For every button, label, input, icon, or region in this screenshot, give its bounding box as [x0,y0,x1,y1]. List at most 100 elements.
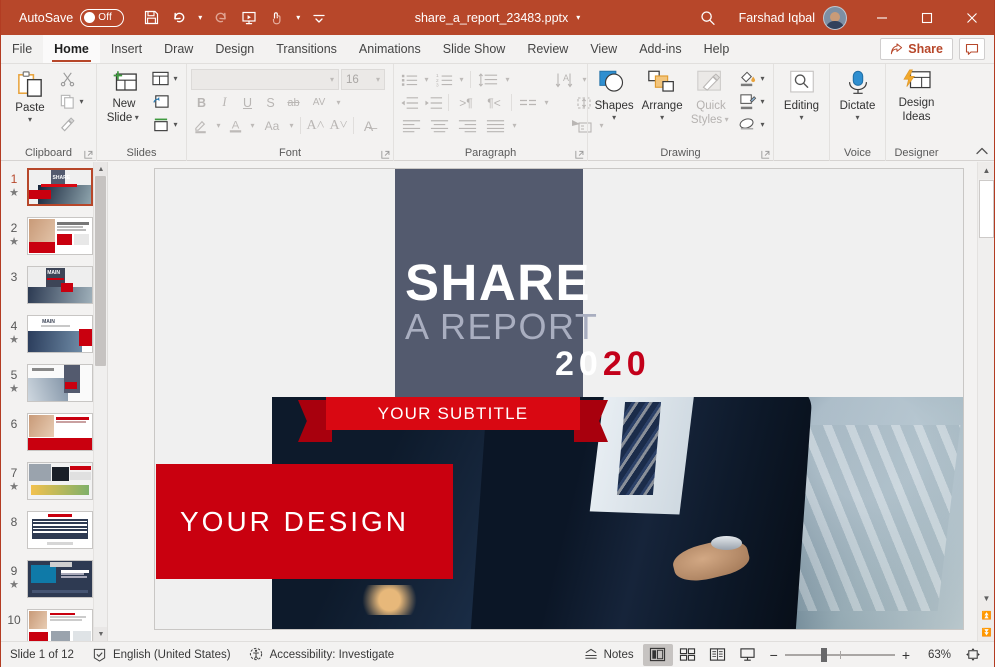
slide-editing-surface[interactable]: SHARE A REPORT 2020 YOUR SUBTITLE YOUR D… [154,168,964,630]
touch-mouse-dropdown-icon[interactable]: ▾ [292,5,304,31]
new-slide-button[interactable]: New Slide ▾ [101,67,147,124]
slide-show-view-button[interactable] [733,644,763,666]
font-size-input[interactable]: 16 ▾ [341,69,385,90]
autosave-switch[interactable]: Off [80,9,124,27]
normal-view-button[interactable] [643,644,673,666]
section-dropdown-icon[interactable]: ▾ [171,120,180,129]
new-slide-dropdown-icon[interactable]: ▾ [132,113,141,122]
thumbnail-image-3[interactable]: MAIN [27,266,93,304]
thumbnail-image-9[interactable] [27,560,93,598]
thumbnail-image-1[interactable]: SHARE [27,168,93,206]
language-status[interactable]: English (United States) [83,644,240,666]
font-dialog-launcher-icon[interactable] [380,149,391,160]
editing-button[interactable]: Editing ▾ [778,67,825,122]
shapes-dropdown-icon[interactable]: ▾ [610,113,619,122]
undo-icon[interactable] [166,5,192,31]
thumbnail-slide-3[interactable]: 3 MAIN [1,266,93,315]
decrease-font-size-button[interactable]: A˅ [328,115,349,136]
dictate-button[interactable]: Dictate ▾ [834,67,881,122]
save-icon[interactable] [138,5,164,31]
font-color-icon[interactable]: A [225,115,246,136]
thumbnail-slide-6[interactable]: 6 [1,413,93,462]
tab-slide-show[interactable]: Slide Show [432,35,517,63]
scroll-down-icon[interactable]: ▼ [978,590,995,607]
font-size-dropdown-icon[interactable]: ▾ [376,75,380,84]
character-spacing-button[interactable]: AV [306,92,332,113]
cut-button[interactable] [57,67,88,89]
arrange-dropdown-icon[interactable]: ▾ [658,113,667,122]
bullets-icon[interactable] [398,69,420,90]
thumbnail-scroll-down-icon[interactable]: ▼ [94,627,108,641]
thumbnail-image-10[interactable] [27,609,93,641]
shape-outline-button[interactable]: ▾ [736,90,769,112]
start-presentation-icon[interactable] [236,5,262,31]
section-button[interactable]: ▾ [149,113,182,135]
thumbnail-slide-1[interactable]: 1 ★ SHARE [1,168,93,217]
shape-effects-button[interactable]: ▾ [736,113,769,135]
tab-insert[interactable]: Insert [100,35,153,63]
numbering-icon[interactable]: 123 [433,69,455,90]
tab-file[interactable]: File [1,35,43,63]
design-ideas-button[interactable]: Design Ideas [890,67,943,123]
zoom-slider[interactable] [785,654,895,656]
increase-indent-icon[interactable] [422,92,444,113]
thumbnail-image-5[interactable] [27,364,93,402]
thumbnail-slide-10[interactable]: 10 [1,609,93,641]
bold-button[interactable]: B [191,92,212,113]
highlight-dropdown-icon[interactable]: ▾ [214,121,223,130]
avatar[interactable] [823,6,847,30]
zoom-slider-knob[interactable] [821,648,827,662]
thumbnail-scrollbar-thumb[interactable] [95,176,106,366]
slide-vertical-scrollbar[interactable]: ▲ ▼ ⏫ ⏬ [977,162,994,641]
numbering-dropdown-icon[interactable]: ▾ [457,75,466,84]
notes-button[interactable]: Notes [574,644,643,666]
text-shadow-button[interactable]: S [260,92,281,113]
reset-button[interactable] [149,90,182,112]
thumbnail-scrollbar[interactable]: ▲ ▼ [93,162,107,641]
font-name-input[interactable]: ▾ [191,69,339,90]
line-spacing-icon[interactable] [475,69,501,90]
previous-slide-icon[interactable]: ⏫ [978,607,995,624]
font-name-dropdown-icon[interactable]: ▾ [330,75,334,84]
undo-dropdown-icon[interactable]: ▾ [194,5,206,31]
justify-icon[interactable] [482,115,508,136]
user-name[interactable]: Farshad Iqbal [739,11,815,25]
tab-transitions[interactable]: Transitions [265,35,348,63]
thumbnail-slide-4[interactable]: 4 ★ MAIN [1,315,93,364]
comments-button[interactable] [959,38,985,60]
share-button[interactable]: Share [880,38,953,60]
slide-design-box[interactable]: YOUR DESIGN [156,464,453,579]
change-case-dropdown-icon[interactable]: ▾ [287,121,296,130]
document-title-dropdown-icon[interactable]: ▾ [576,13,580,22]
reading-view-button[interactable] [703,644,733,666]
decrease-indent-icon[interactable] [398,92,420,113]
minimize-icon[interactable] [859,0,904,35]
thumbnail-slide-5[interactable]: 5 ★ [1,364,93,413]
increase-font-size-button[interactable]: A˄ [305,115,326,136]
tab-review[interactable]: Review [516,35,579,63]
thumbnail-scroll-up-icon[interactable]: ▲ [94,162,108,176]
shape-fill-button[interactable]: ▾ [736,67,769,89]
close-icon[interactable] [949,0,994,35]
character-spacing-dropdown-icon[interactable]: ▾ [334,98,343,107]
align-right-icon[interactable] [454,115,480,136]
zoom-out-button[interactable]: − [770,647,778,663]
line-spacing-dropdown-icon[interactable]: ▾ [503,75,512,84]
thumbnail-slide-9[interactable]: 9 ★ [1,560,93,609]
editing-dropdown-icon[interactable]: ▾ [797,113,806,122]
ltr-text-direction-icon[interactable]: >¶ [453,92,479,113]
tab-draw[interactable]: Draw [153,35,204,63]
tab-add-ins[interactable]: Add-ins [628,35,692,63]
bullets-dropdown-icon[interactable]: ▾ [422,75,431,84]
tab-home[interactable]: Home [43,35,100,63]
collapse-ribbon-button[interactable] [974,144,990,158]
customize-quick-access-toolbar-icon[interactable] [306,5,332,31]
thumbnail-image-6[interactable] [27,413,93,451]
layout-button[interactable]: ▾ [149,67,182,89]
justify-dropdown-icon[interactable]: ▾ [510,121,519,130]
copy-dropdown-icon[interactable]: ▾ [77,97,86,106]
tab-view[interactable]: View [579,35,628,63]
change-case-button[interactable]: Aa [259,115,285,136]
slide-subtitle-ribbon[interactable]: YOUR SUBTITLE [298,397,608,430]
shape-outline-dropdown-icon[interactable]: ▾ [758,97,767,106]
